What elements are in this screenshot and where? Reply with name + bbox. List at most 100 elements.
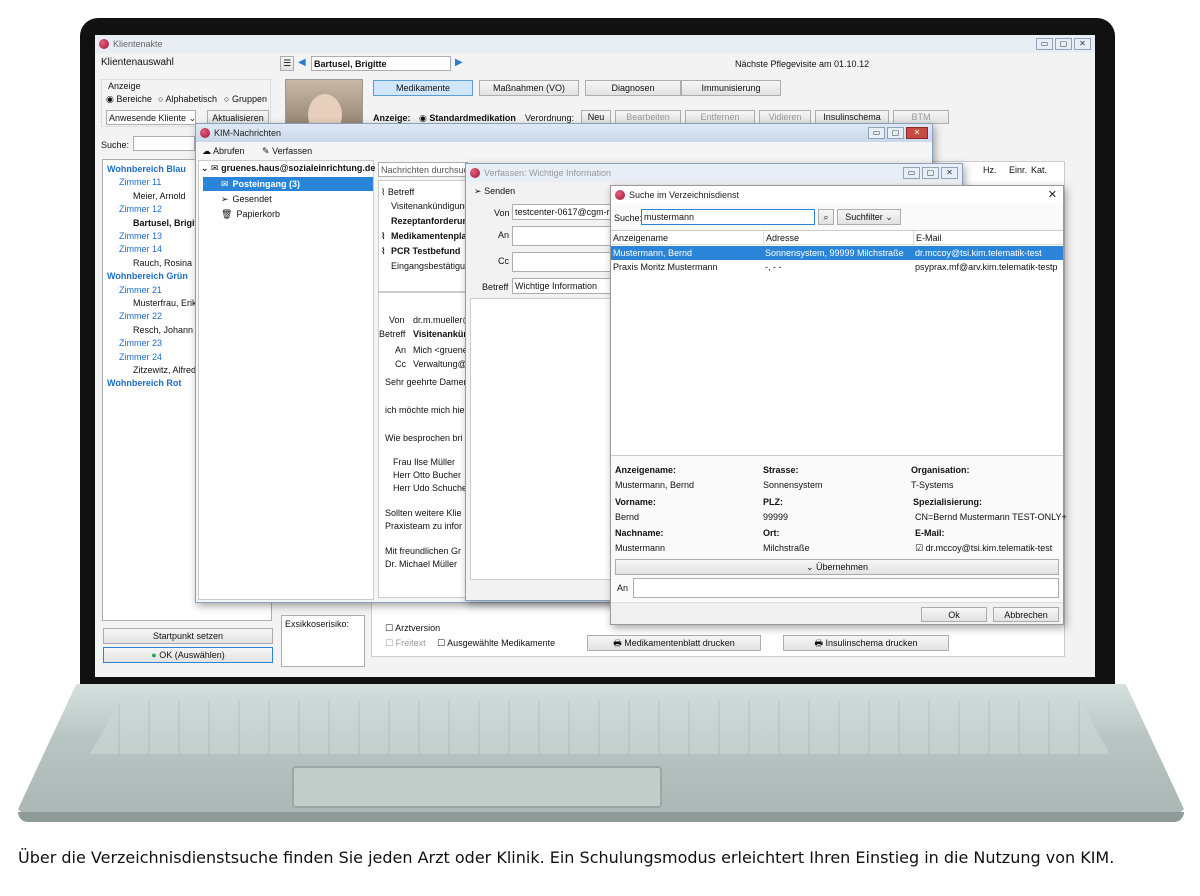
tree-node[interactable]: Zimmer 13: [119, 231, 162, 241]
client-name-field[interactable]: Bartusel, Brigitte: [311, 56, 451, 71]
action-button-5[interactable]: BTM: [893, 110, 949, 124]
tree-node[interactable]: Resch, Johann: [133, 325, 193, 335]
account-label: gruenes.haus@sozialeinrichtung.de: [221, 163, 376, 173]
account-node[interactable]: ⌄ ✉ gruenes.haus@sozialeinrichtung.de: [201, 163, 375, 174]
dir-search-icon[interactable]: ⌕: [818, 209, 834, 225]
dir-search-input[interactable]: mustermann: [641, 209, 815, 225]
dir-result-row[interactable]: Mustermann, Bernd Sonnensystem, 99999 Mil…: [611, 246, 1063, 260]
radio-alphabetisch[interactable]: ○ Alphabetisch: [158, 94, 217, 104]
next-client-icon[interactable]: ▶: [455, 57, 463, 68]
folder-item[interactable]: 🗑 Papierkorb: [203, 207, 373, 221]
tree-node[interactable]: Zimmer 12: [119, 204, 162, 214]
tree-node[interactable]: Zitzewitz, Alfred: [133, 365, 196, 375]
tab-2[interactable]: Diagnosen: [585, 80, 681, 96]
message-subject: PCR Testbefund: [391, 246, 461, 256]
verfassen-button[interactable]: ✎ Verfassen: [262, 146, 312, 157]
d-ort: Milchstraße: [763, 543, 810, 553]
suchfilter-button[interactable]: Suchfilter ⌄: [837, 209, 901, 225]
list-menu-icon[interactable]: ☰: [280, 56, 294, 71]
exsikkose-label: Exsikkoserisiko:: [285, 619, 350, 629]
action-button-2[interactable]: Entfernen: [685, 110, 755, 124]
insulinschema-drucken-button[interactable]: 🖶 Insulinschema drucken: [783, 635, 949, 651]
message-item[interactable]: Eingangsbestätigung: [381, 261, 475, 271]
body-line: Sollten weitere Klie: [385, 508, 462, 518]
cloud-download-icon: ☁: [202, 146, 211, 156]
message-item[interactable]: ⌇ Medikamentenplan: [381, 231, 472, 242]
envelope-icon: ✉: [211, 163, 219, 173]
dir-result-row[interactable]: Praxis Moritz Mustermann -, - - psyprax.mf…: [611, 260, 1063, 274]
search-input[interactable]: [133, 136, 195, 151]
minimize-icon[interactable]: ▭: [868, 127, 885, 139]
folder-item[interactable]: ✉ Posteingang (3): [203, 177, 373, 191]
message-item[interactable]: Visitenankündigung: [381, 201, 469, 211]
tab-0[interactable]: Medikamente: [373, 80, 473, 96]
kim-title: KIM-Nachrichten: [214, 128, 282, 138]
d-email-checkbox[interactable]: ☑ dr.mccoy@tsi.kim.telematik-test: [915, 543, 1052, 554]
directory-dialog: Suche im Verzeichnisdienst ✕ Suche: must…: [610, 185, 1067, 625]
message-item[interactable]: ⌇ PCR Testbefund: [381, 246, 460, 257]
compose-body[interactable]: [470, 298, 612, 580]
medikamentenblatt-button[interactable]: 🖶 Medikamentenblatt drucken: [587, 635, 761, 651]
maximize-icon[interactable]: ▢: [1055, 38, 1072, 50]
action-button-1[interactable]: Bearbeiten: [615, 110, 681, 124]
close-icon[interactable]: ✕: [906, 127, 928, 139]
radio-bereiche[interactable]: ◉ Bereiche: [106, 94, 152, 105]
senden-button[interactable]: ➢ Senden: [474, 186, 515, 197]
laptop-base-edge: [18, 812, 1184, 822]
ok-select-button[interactable]: ● OK (Auswählen): [103, 647, 273, 663]
col-email: E-Mail: [913, 231, 942, 245]
tree-node[interactable]: Zimmer 14: [119, 244, 162, 254]
directory-titlebar: Suche im Verzeichnisdienst ✕: [611, 186, 1063, 204]
tree-node[interactable]: Wohnbereich Rot: [107, 378, 181, 388]
compose-an-field[interactable]: [512, 226, 612, 246]
ausgewaehlte-checkbox[interactable]: ☐ Ausgewählte Medikamente: [437, 638, 555, 649]
tree-node[interactable]: Musterfrau, Erika: [133, 298, 202, 308]
compose-cc-field[interactable]: [512, 252, 612, 272]
action-button-0[interactable]: Neu: [581, 110, 611, 124]
close-icon[interactable]: ✕: [1074, 38, 1091, 50]
kim-logo-icon: [200, 128, 210, 138]
tree-node[interactable]: Meier, Arnold: [133, 191, 186, 201]
abrufen-button[interactable]: ☁ Abrufen: [202, 146, 245, 157]
action-button-4[interactable]: Insulinschema: [815, 110, 889, 124]
startpunkt-button[interactable]: Startpunkt setzen: [103, 628, 273, 644]
abrufen-label: Abrufen: [213, 146, 245, 156]
radio-gruppen[interactable]: ○ Gruppen: [224, 94, 267, 104]
filter-select[interactable]: Anwesende Kliente ⌄: [106, 110, 196, 125]
dir-an-field[interactable]: [633, 578, 1059, 598]
exsikkose-box[interactable]: Exsikkoserisiko:: [281, 615, 365, 667]
ok-button[interactable]: Ok: [921, 607, 987, 622]
tab-1[interactable]: Maßnahmen (VO): [479, 80, 579, 96]
freitext-checkbox[interactable]: ☐ Freitext: [385, 638, 426, 649]
d-organisation-label: Organisation:: [911, 465, 970, 475]
compose-betreff-field[interactable]: Wichtige Information: [512, 278, 612, 294]
minimize-icon[interactable]: ▭: [1036, 38, 1053, 50]
folder-label: Papierkorb: [236, 209, 280, 219]
close-icon[interactable]: ✕: [941, 167, 958, 179]
tab-3[interactable]: Immunisierung: [681, 80, 781, 96]
tree-node[interactable]: Wohnbereich Grün: [107, 271, 188, 281]
tree-node[interactable]: Zimmer 24: [119, 352, 162, 362]
folder-label: Gesendet: [232, 194, 272, 204]
tree-node[interactable]: Zimmer 11: [119, 177, 161, 187]
tree-node[interactable]: Zimmer 22: [119, 311, 162, 321]
close-icon[interactable]: ✕: [1048, 188, 1057, 201]
uebernehmen-button[interactable]: ⌄ Übernehmen: [615, 559, 1059, 575]
tree-node[interactable]: Zimmer 21: [119, 285, 162, 295]
kim-search-input[interactable]: Nachrichten durchsuchen: [378, 162, 468, 177]
prev-client-icon[interactable]: ◀: [298, 57, 306, 68]
minimize-icon[interactable]: ▭: [903, 167, 920, 179]
compose-von-field[interactable]: testcenter-0617@cgm-r: [512, 204, 612, 220]
radio-gruppen-label: Gruppen: [231, 94, 267, 104]
folder-item[interactable]: ➢ Gesendet: [203, 192, 373, 206]
maximize-icon[interactable]: ▢: [922, 167, 939, 179]
action-button-3[interactable]: Vidieren: [759, 110, 811, 124]
detail-von: dr.m.mueller@: [413, 315, 472, 325]
message-item[interactable]: Rezeptanforderung: [381, 216, 474, 226]
tree-node[interactable]: Zimmer 23: [119, 338, 162, 348]
tree-node[interactable]: Rauch, Rosina: [133, 258, 192, 268]
abbrechen-button[interactable]: Abbrechen: [993, 607, 1059, 622]
maximize-icon[interactable]: ▢: [887, 127, 904, 139]
arztversion-checkbox[interactable]: ☐ Arztversion: [385, 623, 440, 634]
tree-node[interactable]: Wohnbereich Blau: [107, 164, 186, 174]
